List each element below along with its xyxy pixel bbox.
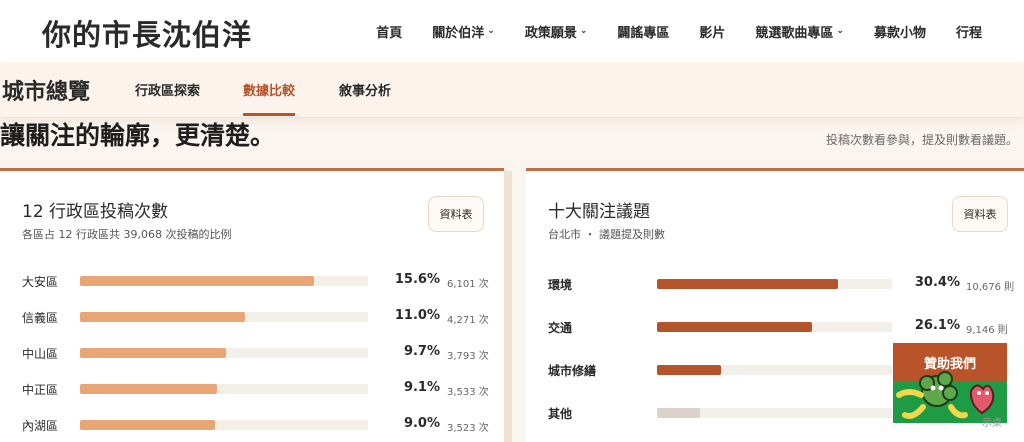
bar-track	[80, 420, 368, 430]
bar-track	[80, 312, 368, 322]
tab-district-explore[interactable]: 行政區探索	[135, 80, 200, 99]
bar-track	[80, 348, 368, 358]
card-title: 十大關注議題	[548, 202, 650, 222]
bar-label: 信義區	[22, 311, 59, 325]
bar-label: 大安區	[22, 275, 59, 289]
bar-count: 3,523 次	[447, 423, 489, 434]
nav-item-label: 政策願景	[524, 25, 577, 41]
card-subtitle: 台北市 ・ 議題提及則數	[548, 228, 665, 241]
card-divider	[504, 171, 512, 442]
bar-fill	[657, 408, 701, 418]
nav-item-label: 行程	[955, 25, 982, 41]
nav-item-label: 競選歌曲專區	[755, 25, 834, 41]
nav-item-6[interactable]: 募款小物	[874, 22, 926, 41]
subnav-title: 城市總覽	[2, 80, 91, 105]
bar-label: 中正區	[22, 383, 59, 397]
bar-row: 內湖區 9.0% 3,523 次	[0, 415, 504, 435]
nav-item-7[interactable]: 行程	[956, 22, 982, 41]
bar-fill	[80, 420, 215, 430]
nav-item-label: 影片	[699, 25, 726, 41]
bar-label: 環境	[548, 278, 573, 292]
bar-fill	[657, 365, 722, 375]
bar-percent: 15.6%	[394, 272, 440, 287]
page-headline: 讓關注的輪廓，更清楚。	[0, 121, 276, 150]
nav-item-2[interactable]: 政策願景 ⌄	[525, 22, 588, 41]
watermark-text: 示桌	[982, 418, 1002, 429]
bar-track	[657, 322, 892, 332]
top-navbar: 你的市長沈伯洋 首頁 關於伯洋 ⌄ 政策願景 ⌄ 闢謠專區 影片 競選歌曲專區 ⌄ 募款小物 行程	[0, 0, 1024, 62]
bar-percent: 9.7%	[403, 344, 440, 359]
bar-count: 6,101 次	[447, 279, 489, 290]
nav-item-1[interactable]: 關於伯洋 ⌄	[432, 22, 495, 41]
bar-row: 大安區 15.6% 6,101 次	[0, 271, 504, 291]
bar-track	[80, 276, 368, 286]
chevron-down-icon: ⌄	[836, 26, 844, 36]
bar-count: 4,271 次	[447, 315, 489, 326]
bar-row: 中山區 9.7% 3,793 次	[0, 343, 504, 363]
bar-fill	[80, 312, 245, 322]
nav-item-label: 闢謠專區	[617, 25, 670, 41]
bar-percent: 9.1%	[403, 380, 440, 395]
bar-fill	[80, 348, 226, 358]
bar-fill	[80, 276, 314, 286]
card-title: 12 行政區投稿次數	[22, 202, 169, 222]
tab-narrative-analysis[interactable]: 敘事分析	[339, 80, 391, 99]
card-subtitle: 各區占 12 行政區共 39,068 次投稿的比例	[22, 228, 232, 241]
nav-item-0[interactable]: 首頁	[376, 22, 402, 41]
main-nav: 首頁 關於伯洋 ⌄ 政策願景 ⌄ 闢謠專區 影片 競選歌曲專區 ⌄ 募款小物 行程	[346, 0, 982, 62]
bar-track	[657, 365, 892, 375]
red-mascot-icon	[969, 384, 995, 415]
chevron-down-icon: ⌄	[487, 26, 495, 36]
bar-label: 交通	[548, 321, 573, 335]
nav-item-4[interactable]: 影片	[699, 22, 725, 41]
nav-item-label: 首頁	[376, 25, 403, 41]
bar-count: 10,676 則	[966, 282, 1015, 293]
tab-data-compare[interactable]: 數據比較	[243, 80, 296, 116]
nav-item-label: 關於伯洋	[432, 25, 485, 41]
bar-percent: 11.0%	[394, 308, 440, 323]
bar-track	[657, 279, 892, 289]
bar-fill	[80, 384, 217, 394]
data-table-button[interactable]: 資料表	[428, 196, 484, 232]
bar-label: 中山區	[22, 347, 59, 361]
bar-count: 9,146 則	[966, 325, 1008, 336]
bar-fill	[657, 322, 813, 332]
sub-navbar: 城市總覽 行政區探索 數據比較 敘事分析	[0, 62, 1024, 118]
bar-track	[80, 384, 368, 394]
bar-label: 其他	[548, 407, 573, 421]
data-table-button[interactable]: 資料表	[952, 196, 1008, 232]
donate-widget[interactable]: 贊助我們	[893, 343, 1007, 423]
hint-text: 投稿次數看參與，提及則數看議題。	[825, 133, 1018, 147]
bar-percent: 9.0%	[403, 416, 440, 431]
bar-percent: 30.4%	[914, 275, 960, 290]
bar-row: 環境 30.4% 10,676 則	[526, 274, 1024, 294]
bar-percent: 26.1%	[914, 318, 960, 333]
nav-item-5[interactable]: 競選歌曲專區 ⌄	[755, 22, 844, 41]
bar-row: 信義區 11.0% 4,271 次	[0, 307, 504, 327]
bar-count: 3,793 次	[447, 351, 489, 362]
nav-item-3[interactable]: 闢謠專區	[617, 22, 669, 41]
district-submissions-card: 12 行政區投稿次數 各區占 12 行政區共 39,068 次投稿的比例 資料表…	[0, 168, 504, 442]
bar-label: 內湖區	[22, 419, 59, 433]
bar-row: 中正區 9.1% 3,533 次	[0, 379, 504, 399]
bar-track	[657, 408, 892, 418]
bar-row: 交通 26.1% 9,146 則	[526, 317, 1024, 337]
chevron-down-icon: ⌄	[579, 26, 588, 36]
bar-count: 3,533 次	[447, 387, 489, 398]
bar-label: 城市修繕	[548, 364, 597, 378]
nav-item-label: 募款小物	[873, 25, 926, 41]
green-mascot-icon	[896, 371, 968, 419]
brand-logo-text[interactable]: 你的市長沈伯洋	[42, 12, 252, 54]
bar-fill	[657, 279, 838, 289]
